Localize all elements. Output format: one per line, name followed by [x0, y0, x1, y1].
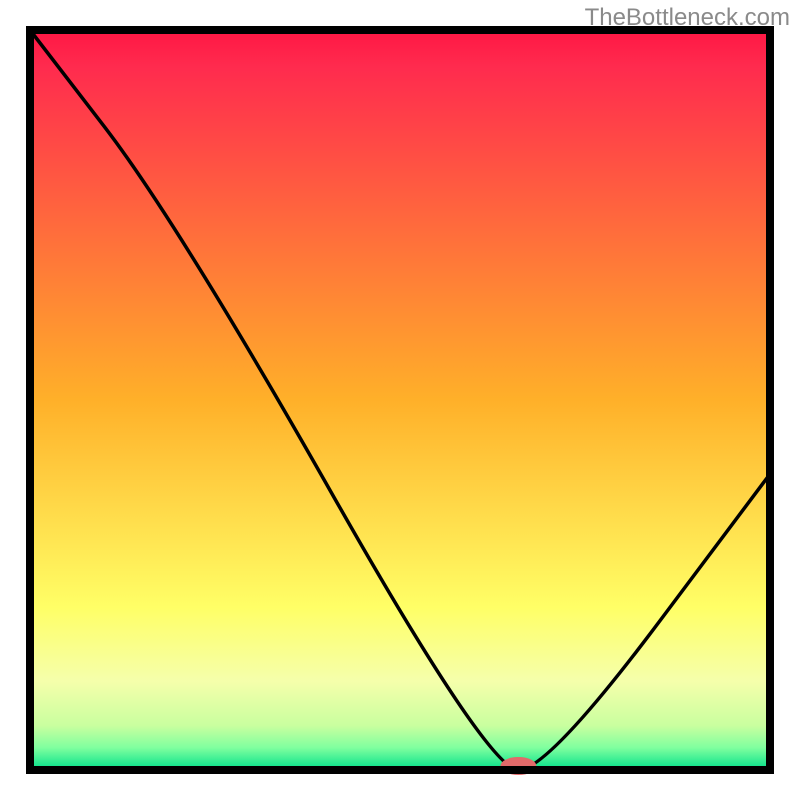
watermark-text: TheBottleneck.com	[585, 4, 790, 32]
chart-frame: TheBottleneck.com	[0, 0, 800, 800]
plot-background	[30, 30, 770, 770]
bottleneck-chart	[0, 0, 800, 800]
